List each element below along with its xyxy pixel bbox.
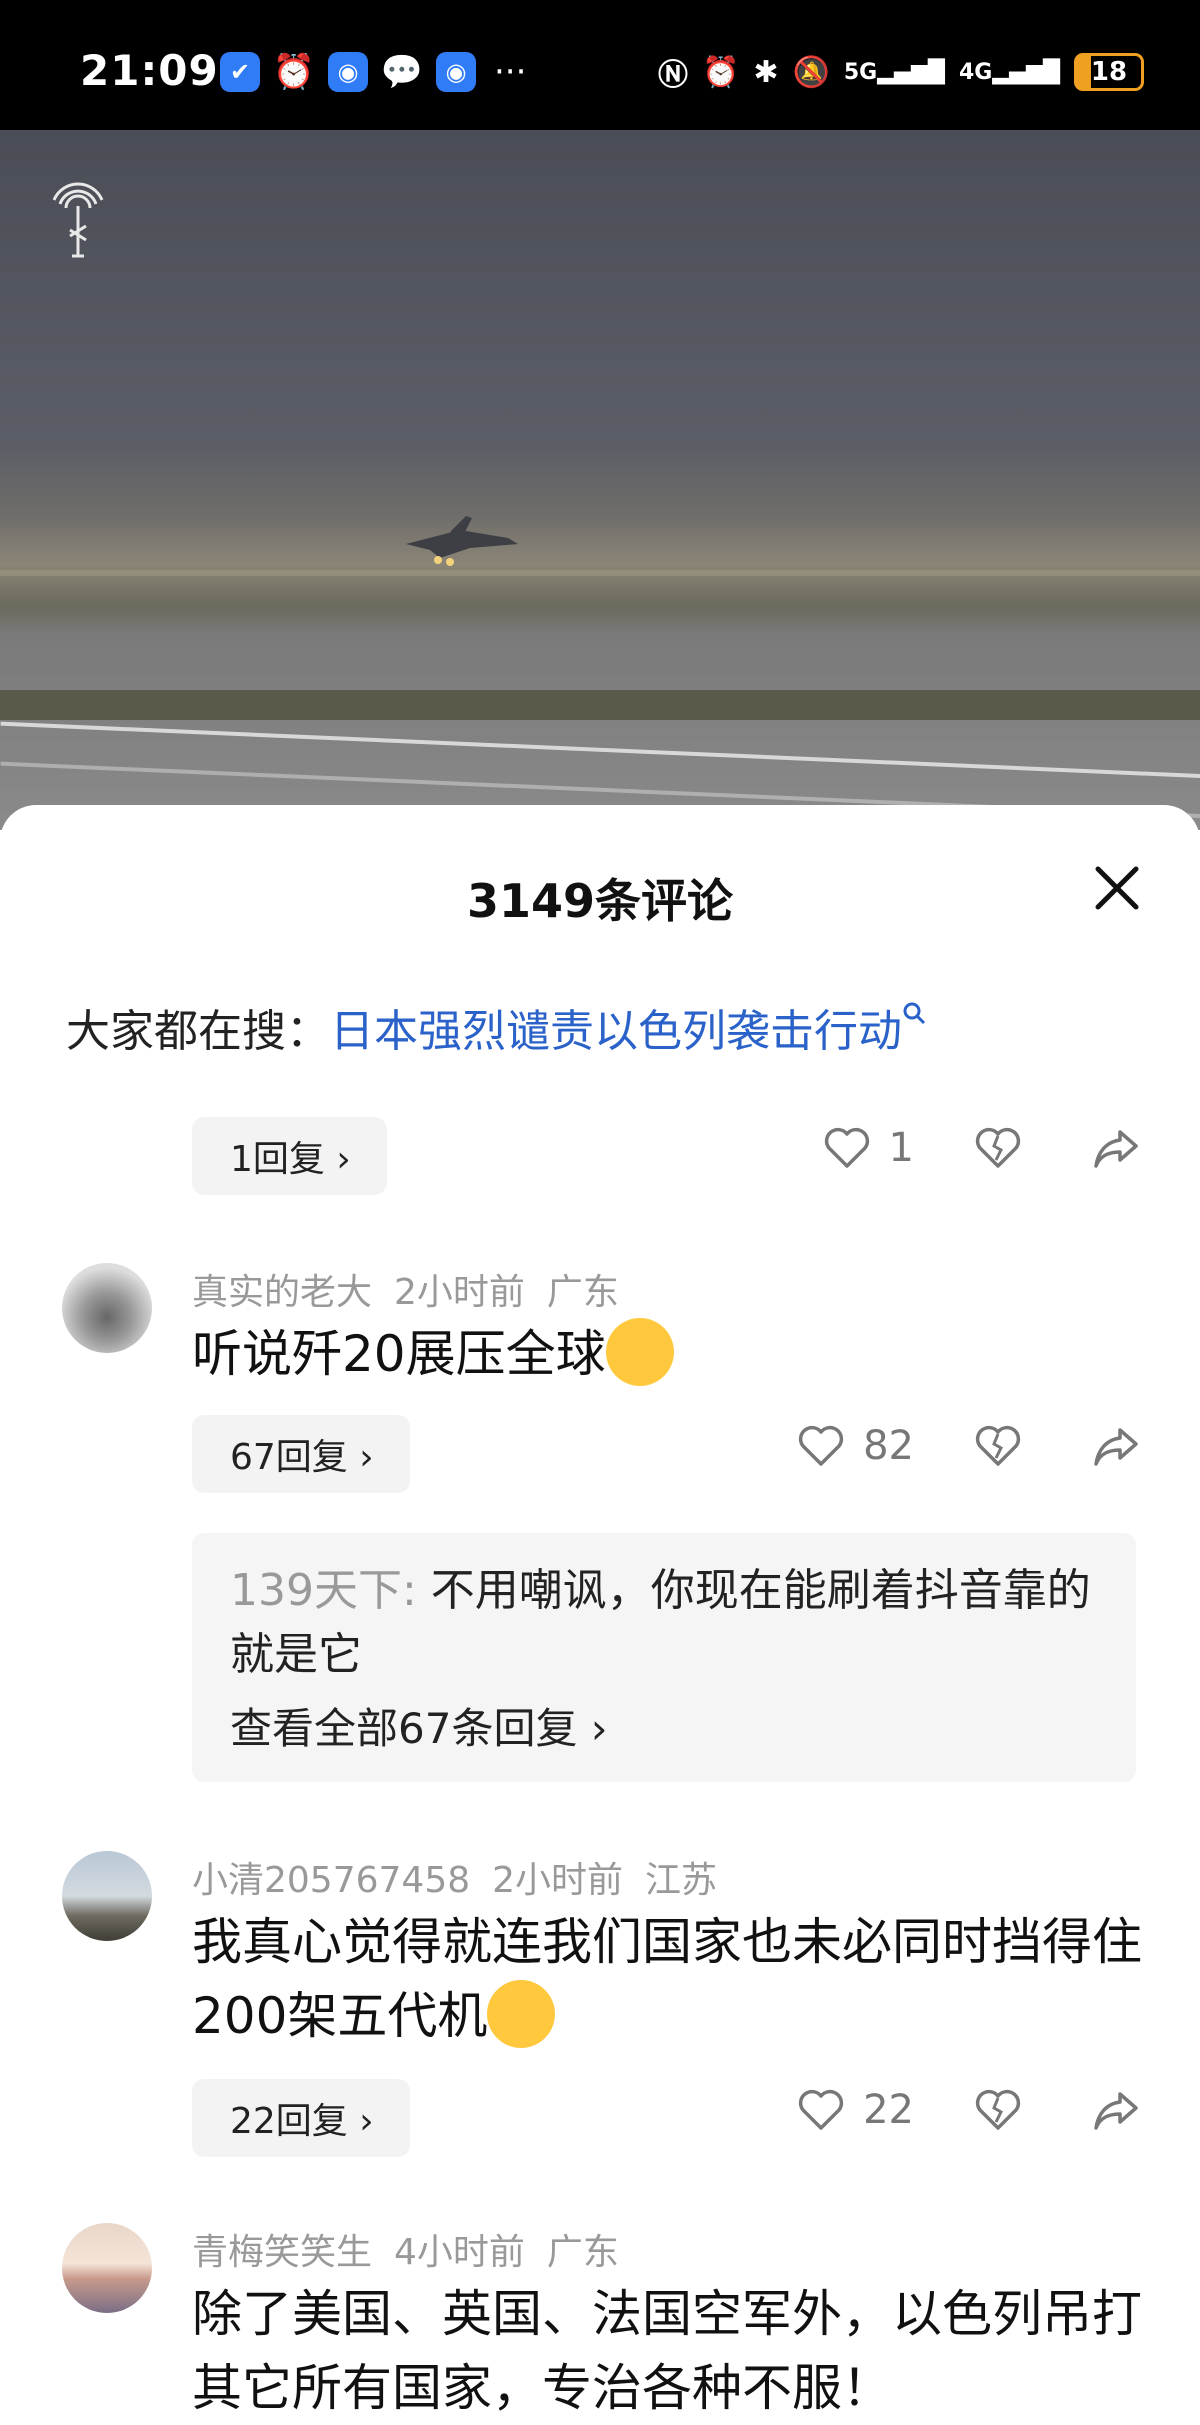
trending-search-link[interactable]: 日本强烈谴责以色列袭击行动 [330,1006,902,1057]
heart-icon [824,1127,869,1168]
nfc-icon: Ⓝ [658,58,689,93]
username[interactable]: 真实的老大 [192,1272,372,1313]
like-button[interactable]: 1 [823,1125,914,1171]
notification-icons: ✔ ⏰ ◉ 💬 ◉ ··· [220,52,526,92]
view-replies-button[interactable]: 22回复 › [192,2079,410,2157]
share-icon[interactable] [1092,2088,1140,2132]
trending-search-prefix: 大家都在搜： [66,1006,330,1057]
comment-text: 除了美国、英国、法国空军外，以色列吊打其它所有国家，专治各种不服！ [192,2285,1142,2417]
share-icon[interactable] [1092,1126,1140,1170]
like-button[interactable]: 82 [797,1423,914,1469]
fighter-jet [406,516,518,566]
comment-time: 2小时前 [394,1272,525,1313]
idf-logo-icon [52,182,104,258]
share-icon[interactable] [1092,1424,1140,1468]
heart-icon [798,2089,844,2130]
comment-location: 江苏 [645,1860,718,1901]
comment-actions: 82 [797,1423,1140,1469]
alarm-icon: ⏰ [702,54,740,90]
grin-emoji [605,1317,674,1386]
comment-meta: 小清205767458 2小时前 江苏 [192,1851,739,1903]
comment-location: 广东 [546,1272,619,1313]
avatar[interactable] [62,1263,152,1353]
avatar[interactable] [62,1851,152,1941]
video-player[interactable] [0,130,1200,830]
signal-4g-icon: 4G▂▄▆█ [958,59,1060,85]
status-bar: 21:09 ✔ ⏰ ◉ 💬 ◉ ··· Ⓝ ⏰ ✱ 🔕 5G▂▄▆█ 4G▂▄▆… [0,0,1200,130]
dislike-icon[interactable] [974,2088,1022,2132]
shield-icon: ✔ [220,52,260,92]
like-count: 22 [863,2087,914,2133]
dislike-icon[interactable] [974,1424,1022,1468]
comment-time: 2小时前 [492,1860,624,1901]
battery-icon: 18 [1074,53,1144,91]
comment-text: 听说歼20展压全球 [192,1317,1152,1392]
horizon [0,570,1200,576]
comments-sheet: 3149条评论 大家都在搜：日本强烈谴责以色列袭击行动 1回复 › 1 真实的老… [0,805,1200,2417]
avatar[interactable] [62,2223,152,2313]
search-icon [903,1002,926,1025]
reply-preview-text: 139天下: 不用嘲讽，你现在能刷着抖音靠的就是它 [230,1565,1091,1680]
clock: 21:09 [80,46,219,95]
like-count: 82 [863,1423,914,1469]
comment-meta: 真实的老大 2小时前 广东 [192,1263,641,1315]
system-icons: Ⓝ ⏰ ✱ 🔕 5G▂▄▆█ 4G▂▄▆█ 18 [658,50,1144,94]
view-replies-button[interactable]: 1回复 › [192,1117,387,1195]
laughing-emoji [487,1979,556,2048]
reply-username[interactable]: 139天下: [230,1565,417,1616]
view-all-replies-link[interactable]: 查看全部67条回复 › [230,1695,1098,1756]
heart-icon [798,1425,844,1466]
app-notification-icon-2: ◉ [436,52,476,92]
reply-preview[interactable]: 139天下: 不用嘲讽，你现在能刷着抖音靠的就是它 查看全部67条回复 › [192,1533,1136,1782]
like-button[interactable]: 22 [797,2087,914,2133]
comment-text: 我真心觉得就连我们国家也未必同时挡得住200架五代机 [192,1905,1152,2054]
comment-actions: 1 [823,1125,1140,1171]
comment-meta: 青梅笑笑生 4小时前 广东 [192,2223,641,2275]
alarm-app-icon: ⏰ [272,52,316,92]
view-replies-button[interactable]: 67回复 › [192,1415,410,1493]
trending-search: 大家都在搜：日本强烈谴责以色列袭击行动 [66,995,926,1059]
comment-time: 4小时前 [394,2232,525,2273]
signal-5g-icon: 5G▂▄▆█ [843,59,945,85]
dislike-icon[interactable] [974,1126,1022,1170]
runway-edge [0,690,1200,720]
comment-location: 广东 [546,2232,619,2273]
comments-count-title: 3149条评论 [466,874,734,928]
username[interactable]: 小清205767458 [192,1860,470,1901]
comment-actions: 22 [797,2087,1140,2133]
app-notification-icon: ◉ [328,52,368,92]
username[interactable]: 青梅笑笑生 [192,2232,372,2273]
like-count: 1 [888,1125,914,1171]
close-icon[interactable] [1094,865,1140,911]
mute-icon: 🔕 [792,54,830,90]
more-notifications-icon: ··· [494,52,527,92]
chat-bubble-icon: 💬 [380,52,424,92]
bluetooth-icon: ✱ [753,54,779,90]
